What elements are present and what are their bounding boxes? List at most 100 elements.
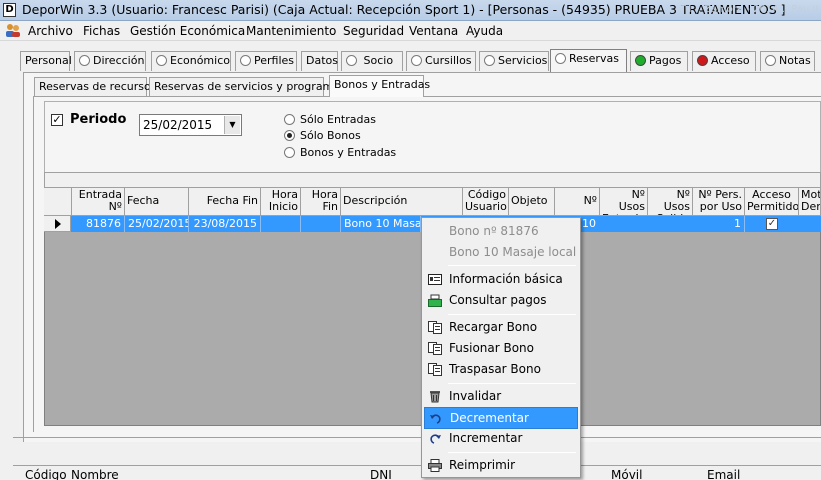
menu-item-label: Decrementar (450, 411, 529, 425)
col-usos-entrada[interactable]: Nº Usos Entrada (600, 188, 648, 216)
radio-solo-entradas[interactable]: Sólo Entradas (284, 113, 376, 126)
menu-item-traspasar-bono[interactable]: Traspasar Bono (424, 360, 578, 380)
radio-icon (765, 55, 776, 66)
menu-item-invalidar[interactable]: Invalidar (424, 387, 578, 407)
document-icon (428, 342, 442, 355)
tab-notas[interactable]: Notas (760, 51, 815, 71)
app-icon: D (3, 3, 16, 17)
cell-descripcion[interactable]: Bono 10 Masaje (341, 216, 421, 232)
radio-icon (240, 55, 251, 66)
menu-mantenimiento[interactable]: Mantenimiento (246, 24, 336, 38)
col-objeto[interactable]: Objeto (509, 188, 555, 216)
tab-economico[interactable]: Económico (151, 51, 231, 71)
col-fecha-fin[interactable]: Fecha Fin (189, 188, 261, 216)
main-tabs: Personal Dirección Económico Perfiles Da… (0, 49, 821, 73)
col-hora-inicio[interactable]: Hora Inicio (261, 188, 301, 216)
tab-servicios[interactable]: Servicios (479, 51, 549, 71)
menu-item-fusionar-bono[interactable]: Fusionar Bono (424, 339, 578, 359)
document-icon (428, 363, 442, 376)
cell-entrada[interactable]: 81876 (71, 216, 125, 232)
tab-direccion[interactable]: Dirección (74, 51, 146, 71)
tab-label: Cursillos (425, 54, 472, 67)
date-select[interactable]: 25/02/2015 ▼ (139, 114, 242, 136)
col-fecha-inicio[interactable]: Fecha Inicio (125, 188, 189, 216)
tab-label: Reservas (569, 52, 619, 65)
radio-solo-bonos[interactable]: Sólo Bonos (284, 129, 361, 142)
menu-item-consultar-pagos[interactable]: Consultar pagos (424, 291, 578, 311)
acceso-permitido-checkbox[interactable]: ✓ (766, 218, 778, 230)
radio-icon (411, 55, 422, 66)
col-usos-salida[interactable]: Nº Usos Salida (648, 188, 693, 216)
col-entrada[interactable]: Entrada Nº (71, 188, 125, 216)
radio-bonos-entradas[interactable]: Bonos y Entradas (284, 146, 396, 159)
tab-label: Personal (25, 54, 72, 67)
menu-ventana[interactable]: Ventana (409, 24, 458, 38)
persons-grid-header: Código Nombre DNI Móvil Email (13, 465, 821, 480)
menu-item-label: Invalidar (449, 389, 502, 403)
tab-pagos[interactable]: Pagos (630, 51, 688, 71)
menu-seguridad[interactable]: Seguridad (343, 24, 404, 38)
tab-label: Notas (779, 54, 811, 67)
menu-gestion-economica[interactable]: Gestión Económica (130, 24, 245, 38)
radio-label: Sólo Bonos (300, 129, 361, 142)
window-title-overflow: Til... Zamora - 2014... Pau II... (680, 4, 821, 15)
col-codigo[interactable]: Código (25, 468, 67, 480)
menu-bar: Archivo Fichas Gestión Económica Manteni… (0, 21, 821, 41)
people-icon[interactable] (5, 23, 21, 38)
tab-perfiles[interactable]: Perfiles (235, 51, 297, 71)
tab-reservas[interactable]: Reservas (550, 49, 627, 72)
cell-hora-fin[interactable] (301, 216, 341, 232)
undo-arrow-icon (430, 414, 441, 424)
radio-icon (346, 55, 357, 66)
date-value: 25/02/2015 (143, 118, 213, 132)
radio-icon (284, 114, 295, 125)
info-card-icon (428, 274, 442, 285)
col-codigo-usuario[interactable]: Código Usuario (463, 188, 509, 216)
col-descripcion[interactable]: Descripción (341, 188, 463, 216)
splitter[interactable] (13, 437, 821, 443)
radio-label: Bonos y Entradas (300, 146, 397, 159)
menu-item-incrementar[interactable]: Incrementar (424, 429, 578, 449)
subtab-reservas-servicios[interactable]: Reservas de servicios y programas (149, 77, 346, 96)
tab-personal[interactable]: Personal (20, 51, 72, 71)
tab-cursillos[interactable]: Cursillos (406, 51, 476, 71)
col-motivo-denegado[interactable]: Mot Den (799, 188, 821, 216)
col-pers-por-uso[interactable]: Nº Pers. por Uso (693, 188, 745, 216)
filter-panel (44, 101, 821, 173)
menu-separator (448, 452, 576, 453)
periodo-checkbox[interactable]: ✓ (51, 114, 63, 126)
cell-n-usos[interactable]: 10 (579, 216, 599, 232)
tab-socio[interactable]: Socio (341, 51, 403, 71)
menu-item-reimprimir[interactable]: Reimprimir (424, 456, 578, 476)
col-dni[interactable]: DNI (370, 468, 392, 480)
tab-label: Datos (306, 54, 338, 67)
tab-label: Servicios (498, 54, 548, 67)
col-nombre[interactable]: Nombre (71, 468, 119, 480)
menu-fichas[interactable]: Fichas (83, 24, 120, 38)
col-hora-fin[interactable]: Hora Fin (301, 188, 341, 216)
row-indicator-header (44, 188, 72, 216)
col-email[interactable]: Email (707, 468, 740, 480)
chevron-down-icon[interactable]: ▼ (224, 116, 240, 134)
col-movil[interactable]: Móvil (611, 468, 642, 480)
cell-pers-por-uso[interactable]: 1 (693, 216, 745, 232)
cell-hora-inicio[interactable] (261, 216, 301, 232)
cell-fecha-fin[interactable]: 23/08/2015 (189, 216, 261, 232)
menu-item-decrementar[interactable]: Decrementar (424, 407, 578, 429)
menu-separator (448, 265, 576, 266)
row-pointer-icon[interactable] (44, 216, 71, 232)
menu-item-informacion-basica[interactable]: Información básica (424, 270, 578, 290)
tab-datos[interactable]: Datos (301, 51, 338, 71)
col-acceso-permitido[interactable]: Acceso Permitido (745, 188, 799, 216)
title-bar: D DeporWin 3.3 (Usuario: Francesc Parisi… (0, 0, 821, 21)
cell-fecha-inicio[interactable]: 25/02/2015 (125, 216, 189, 232)
radio-icon (79, 55, 90, 66)
menu-archivo[interactable]: Archivo (28, 24, 73, 38)
tab-acceso[interactable]: Acceso (692, 51, 756, 71)
subtab-bonos-entradas[interactable]: Bonos y Entradas (329, 75, 430, 97)
subtab-reservas-recursos[interactable]: Reservas de recursos (34, 77, 156, 96)
menu-item-recargar-bono[interactable]: Recargar Bono (424, 318, 578, 338)
menu-ayuda[interactable]: Ayuda (466, 24, 503, 38)
col-n-usos[interactable]: Nº Usos (555, 188, 600, 216)
menu-item-label: Fusionar Bono (449, 341, 535, 355)
